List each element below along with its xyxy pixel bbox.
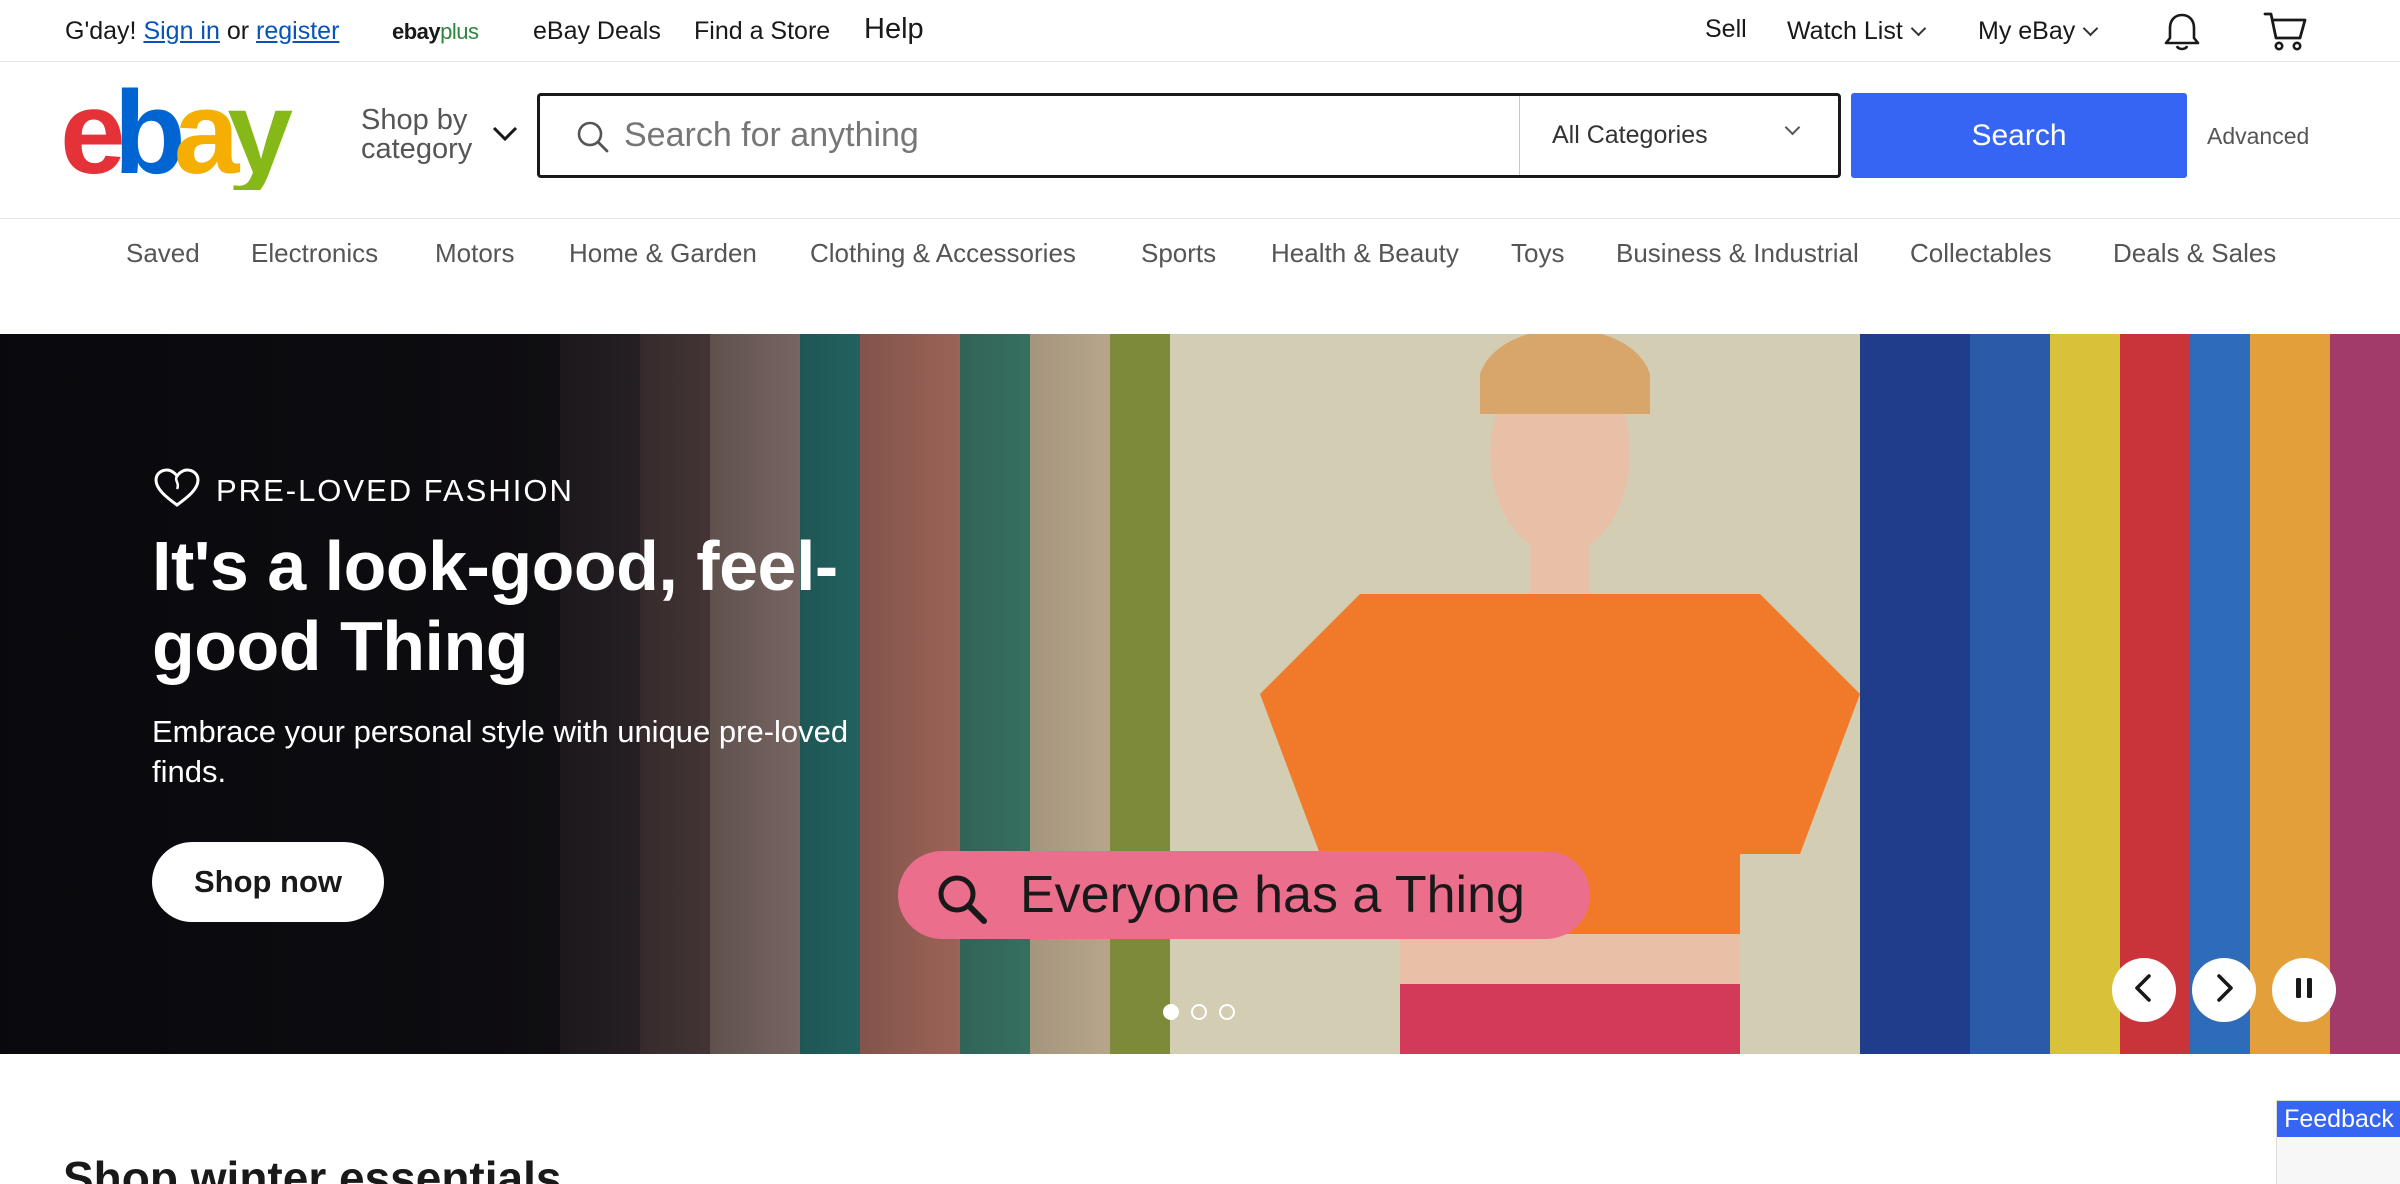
hero-subtitle: Embrace your personal style with unique …: [152, 714, 849, 789]
greeting-text: G'day! Sign in or register: [65, 16, 339, 46]
carousel-dot-1[interactable]: [1163, 1004, 1179, 1020]
carousel-dot-3[interactable]: [1219, 1004, 1235, 1020]
hero-overlay: [0, 334, 1100, 1054]
chevron-down-icon[interactable]: [491, 125, 519, 148]
watch-list-menu[interactable]: Watch List: [1787, 16, 1927, 46]
category-select[interactable]: All Categories: [1519, 96, 1838, 175]
register-link[interactable]: register: [256, 17, 339, 45]
chevron-left-icon: [2132, 973, 2156, 1008]
nav-item-clothing-accessories[interactable]: Clothing & Accessories: [810, 237, 1076, 269]
chevron-down-icon: [1910, 20, 1927, 37]
heart-icon: [152, 467, 202, 514]
hero-banner: PRE-LOVED FASHION It's a look-good, feel…: [0, 334, 2400, 1054]
advanced-search-link[interactable]: Advanced: [2207, 122, 2309, 150]
nav-item-health-beauty[interactable]: Health & Beauty: [1271, 237, 1459, 269]
hero-eyebrow: PRE-LOVED FASHION: [152, 467, 574, 514]
feedback-label: Feedback: [2277, 1101, 2400, 1137]
help-link[interactable]: Help: [864, 14, 924, 44]
pause-icon: [2293, 975, 2315, 1006]
search-icon: [576, 120, 610, 159]
nav-item-toys[interactable]: Toys: [1511, 237, 1564, 269]
search-button[interactable]: Search: [1851, 93, 2187, 178]
carousel-dots: [1163, 1004, 1235, 1020]
shop-now-button[interactable]: Shop now: [152, 842, 384, 922]
bell-icon[interactable]: [2160, 10, 2204, 59]
nav-item-sports[interactable]: Sports: [1141, 237, 1216, 269]
my-ebay-menu[interactable]: My eBay: [1978, 16, 2099, 46]
ebay-deals-link[interactable]: eBay Deals: [533, 16, 661, 46]
hero-eyebrow-label: PRE-LOVED FASHION: [216, 472, 574, 508]
section-title: Shop winter essentials: [63, 1152, 562, 1184]
chevron-down-icon: [2082, 20, 2099, 37]
search-icon: [934, 871, 990, 932]
svg-text:ebay: ebay: [60, 80, 292, 190]
cart-icon[interactable]: [2262, 8, 2308, 59]
top-utility-bar: G'day! Sign in or register ebayplus eBay…: [0, 0, 2400, 62]
carousel-next-button[interactable]: [2192, 958, 2256, 1022]
feedback-tab[interactable]: Feedback: [2276, 1100, 2400, 1184]
search-bar: All Categories: [537, 93, 1841, 178]
sell-link[interactable]: Sell: [1705, 14, 1747, 44]
chevron-down-icon: [1784, 119, 1801, 136]
carousel-prev-button[interactable]: [2112, 958, 2176, 1022]
ebay-plus-ebay: ebay: [392, 19, 441, 44]
sign-in-link[interactable]: Sign in: [143, 17, 219, 45]
shop-by-category-button[interactable]: Shop by category: [361, 106, 472, 164]
ebay-plus-link[interactable]: ebayplus: [392, 18, 479, 46]
ebay-plus-plus: plus: [440, 19, 479, 44]
carousel-pause-button[interactable]: [2272, 958, 2336, 1022]
nav-item-motors[interactable]: Motors: [435, 237, 514, 269]
greeting: G'day!: [65, 17, 137, 45]
shop-by-line2: category: [361, 133, 473, 165]
category-nav: Saved Electronics Motors Home & Garden C…: [0, 218, 2400, 334]
watch-list-label: Watch List: [1787, 17, 1903, 45]
hero-title: It's a look-good, feel-good Thing: [152, 527, 838, 685]
find-a-store-link[interactable]: Find a Store: [694, 16, 830, 46]
nav-item-business-industrial[interactable]: Business & Industrial: [1616, 237, 1859, 269]
nav-item-saved[interactable]: Saved: [126, 237, 200, 269]
nav-item-electronics[interactable]: Electronics: [251, 237, 378, 269]
nav-item-home-garden[interactable]: Home & Garden: [569, 237, 757, 269]
carousel-dot-2[interactable]: [1191, 1004, 1207, 1020]
shop-by-line1: Shop by: [361, 104, 468, 136]
nav-item-deals-sales[interactable]: Deals & Sales: [2113, 237, 2276, 269]
hero-tagline: Everyone has a Thing: [1020, 866, 1525, 924]
nav-item-collectables[interactable]: Collectables: [1910, 237, 2052, 269]
everyone-has-a-thing-badge: Everyone has a Thing: [898, 851, 1590, 939]
my-ebay-label: My eBay: [1978, 17, 2076, 45]
search-input[interactable]: [624, 96, 1504, 175]
category-select-value: All Categories: [1552, 121, 1708, 149]
ebay-logo[interactable]: ebay: [60, 67, 304, 199]
chevron-right-icon: [2212, 973, 2236, 1008]
or-text: or: [226, 17, 250, 45]
